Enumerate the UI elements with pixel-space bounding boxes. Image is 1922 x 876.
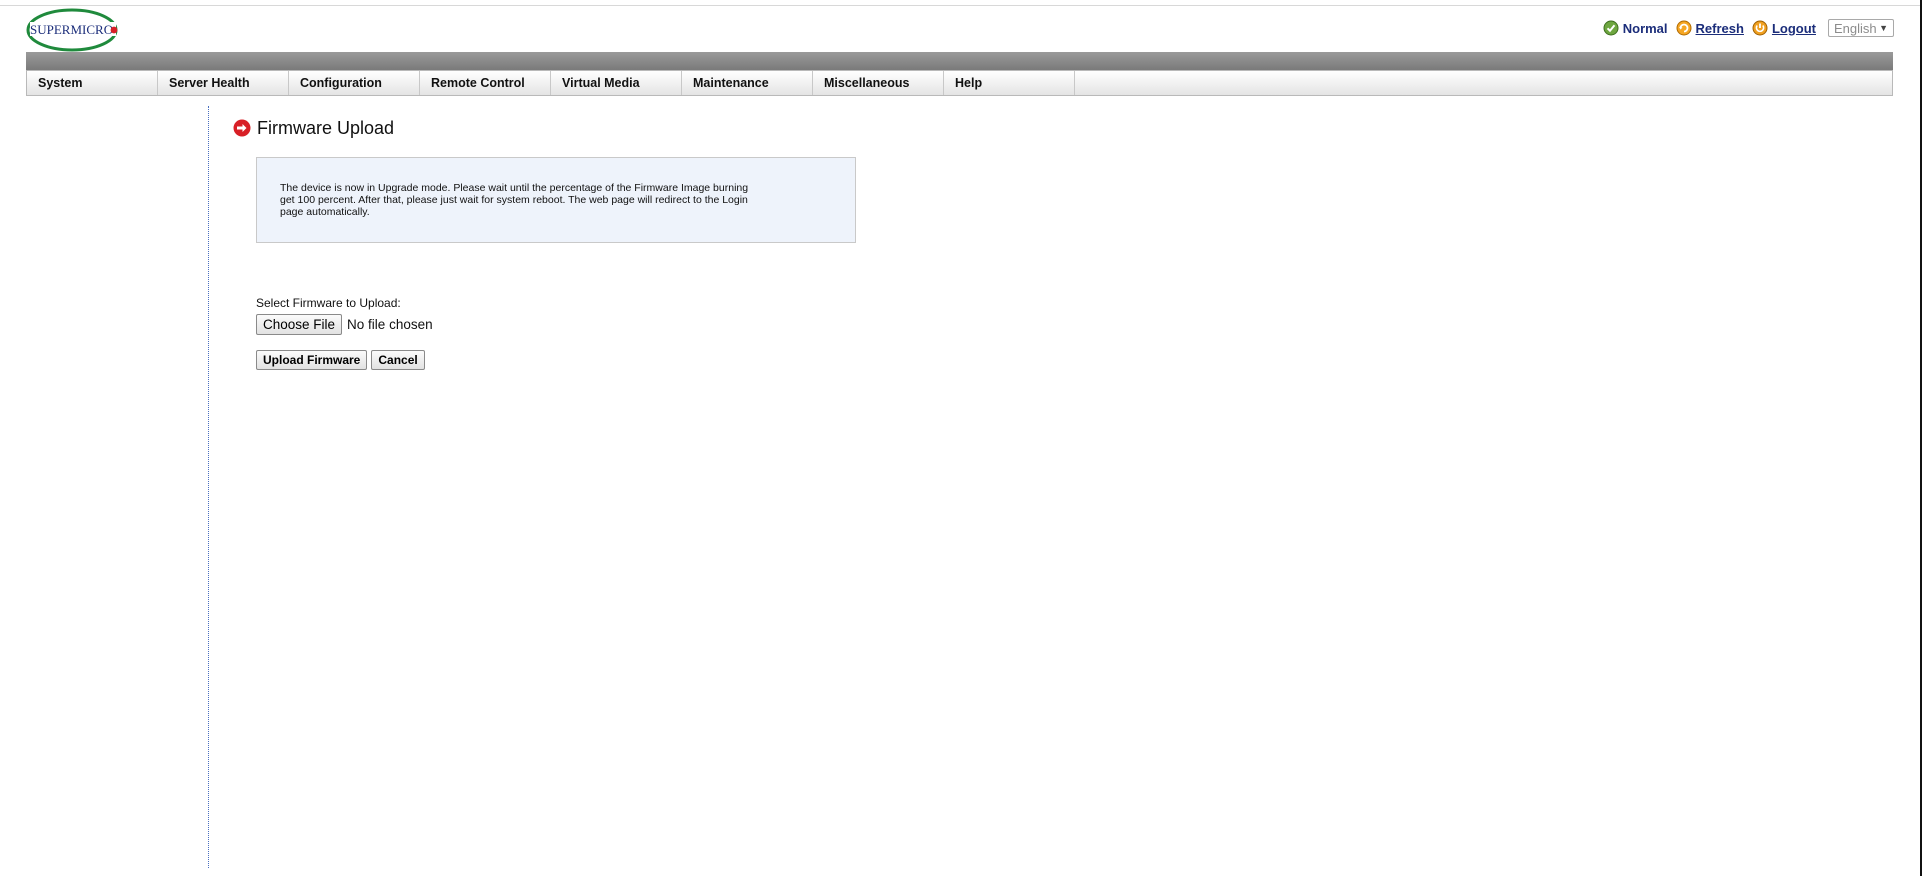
select-firmware-label: Select Firmware to Upload: xyxy=(256,296,401,310)
nav-item-miscellaneous[interactable]: Miscellaneous xyxy=(813,71,944,95)
upload-firmware-button[interactable]: Upload Firmware xyxy=(256,350,368,370)
status-bar: Normal Refresh Logout English ▼ xyxy=(1603,18,1894,38)
refresh-icon[interactable] xyxy=(1676,20,1692,36)
logout-icon[interactable] xyxy=(1752,20,1768,36)
nav-item-maintenance[interactable]: Maintenance xyxy=(682,71,813,95)
system-status: Normal xyxy=(1603,20,1668,36)
page-title-text: Firmware Upload xyxy=(257,117,395,138)
choose-file-button[interactable]: Choose File xyxy=(256,314,343,335)
supermicro-logo: SUPERMICRO xyxy=(26,8,120,52)
status-label: Normal xyxy=(1622,20,1668,36)
nav-item-configuration[interactable]: Configuration xyxy=(289,71,420,95)
refresh-label[interactable]: Refresh xyxy=(1696,21,1744,36)
logout-link[interactable]: Logout xyxy=(1752,20,1816,36)
logout-label[interactable]: Logout xyxy=(1772,21,1816,36)
upgrade-info-text: The device is now in Upgrade mode. Pleas… xyxy=(280,182,749,218)
main-nav: System Server Health Configuration Remot… xyxy=(26,70,1893,96)
header-bar xyxy=(26,52,1893,70)
file-status-text: No file chosen xyxy=(347,317,433,332)
nav-item-system[interactable]: System xyxy=(27,71,158,95)
nav-item-help[interactable]: Help xyxy=(944,71,1075,95)
logo-text: SUPERMICRO xyxy=(30,22,113,37)
language-select[interactable]: English ▼ xyxy=(1828,19,1894,37)
top-border-line xyxy=(0,5,1922,6)
upgrade-info-box: The device is now in Upgrade mode. Pleas… xyxy=(256,157,856,243)
sidebar-divider xyxy=(208,106,209,868)
arrow-right-circle-icon xyxy=(233,119,251,137)
page-title: Firmware Upload xyxy=(233,117,394,139)
check-circle-icon xyxy=(1603,20,1619,36)
action-buttons: Upload Firmware Cancel xyxy=(256,350,425,370)
refresh-link[interactable]: Refresh xyxy=(1676,20,1744,36)
logo-graphic: SUPERMICRO xyxy=(26,8,118,52)
nav-item-virtual-media[interactable]: Virtual Media xyxy=(551,71,682,95)
chevron-down-icon: ▼ xyxy=(1879,23,1888,33)
nav-item-server-health[interactable]: Server Health xyxy=(158,71,289,95)
cancel-button[interactable]: Cancel xyxy=(371,350,425,370)
nav-item-remote-control[interactable]: Remote Control xyxy=(420,71,551,95)
language-value: English xyxy=(1834,20,1877,36)
file-input[interactable]: Choose File No file chosen xyxy=(256,314,433,335)
